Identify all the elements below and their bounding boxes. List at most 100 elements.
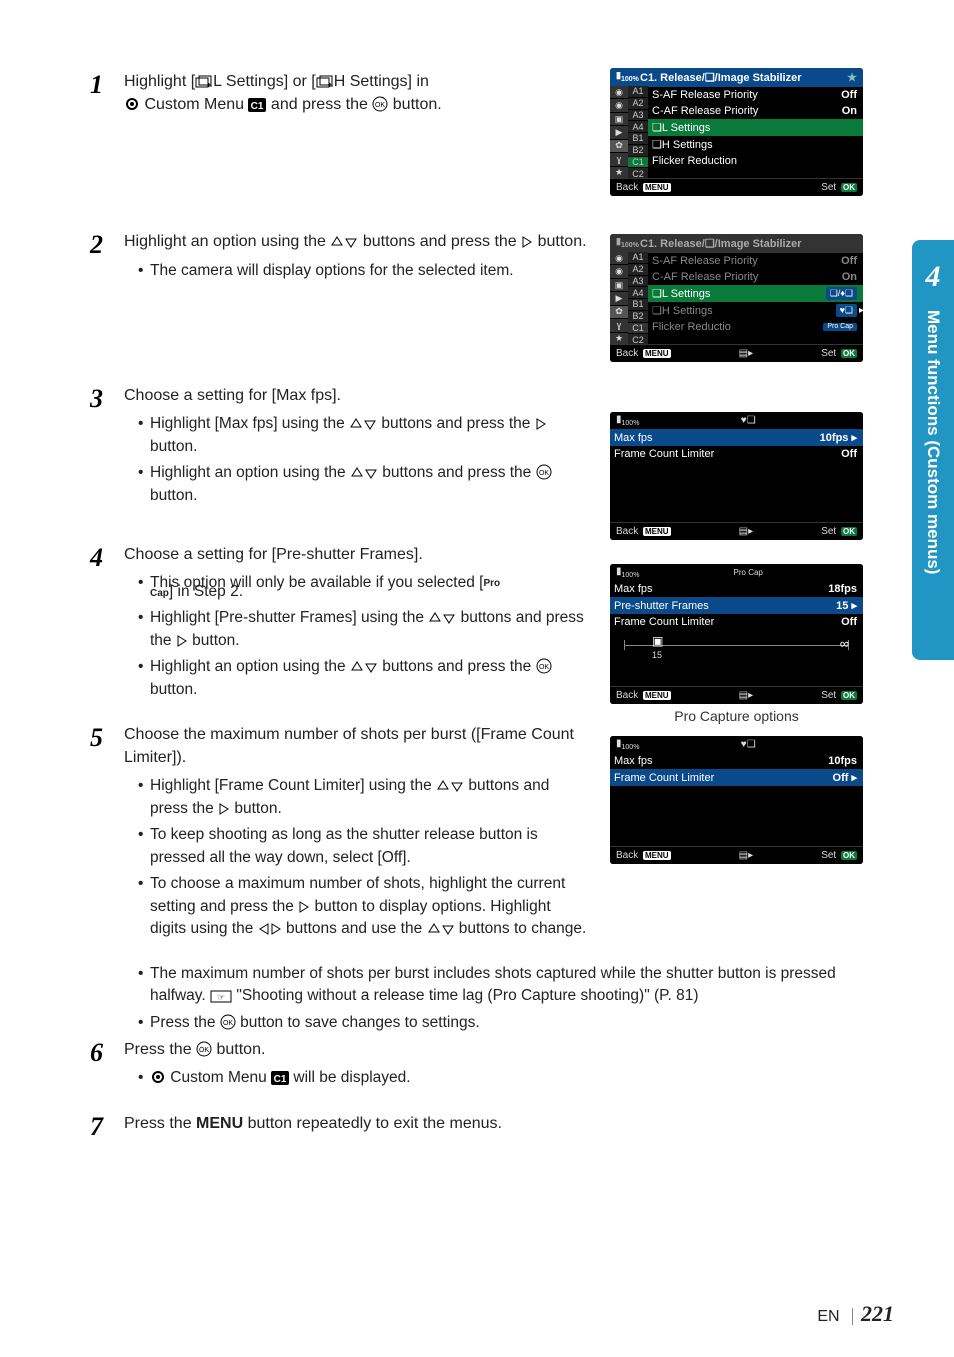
step-number: 1 bbox=[90, 70, 124, 122]
sub-tab: A3 bbox=[628, 276, 648, 288]
menu-row-selected: ❏L Settings bbox=[648, 119, 863, 136]
right-icon bbox=[176, 634, 188, 648]
menu-side-tabs: ◉ ◉ ▣ ▶ ✿ ɣ ★ bbox=[610, 252, 628, 346]
video-tab-icon: ▣ bbox=[610, 279, 628, 292]
step-1-text: Highlight [L Settings] or [H Settings] i… bbox=[124, 70, 590, 116]
menu-header: ▮100% ♥❏ bbox=[610, 412, 863, 429]
step-3-bullet-1: Highlight [Max fps] using the buttons an… bbox=[138, 413, 590, 458]
menu-row: Frame Count LimiterOff bbox=[610, 446, 863, 462]
sub-tab: A4 bbox=[628, 121, 648, 133]
card-icon: ▤▸ bbox=[739, 850, 753, 861]
menu-row: Flicker Reduction bbox=[648, 153, 863, 169]
screenshot-caption: Pro Capture options bbox=[610, 708, 863, 724]
sub-tab: C1 bbox=[628, 323, 648, 335]
gear-tab-icon: ✿ bbox=[610, 140, 628, 153]
step-number: 3 bbox=[90, 384, 124, 511]
menu-row: ❏H Settings bbox=[648, 136, 863, 153]
c1-tab-icon: C1 bbox=[271, 1071, 289, 1085]
svg-text:OK: OK bbox=[223, 1020, 233, 1027]
ok-button-icon: OK bbox=[536, 464, 552, 480]
menu-screenshot-3: ▮100% ♥❏ Max fps10fps ▸ Frame Count Limi… bbox=[610, 412, 863, 540]
step-5: 5 Choose the maximum number of shots per… bbox=[90, 723, 590, 945]
page-number: 221 bbox=[861, 1301, 894, 1326]
mode-icon: Pro Cap bbox=[734, 569, 763, 576]
battery-icon: ▮100% bbox=[616, 738, 639, 751]
sequential-high-icon bbox=[316, 75, 334, 89]
gear-icon bbox=[150, 1069, 166, 1085]
menu-side-tabs: ◉ ◉ ▣ ▶ ✿ ɣ ★ bbox=[610, 86, 628, 180]
step-6: 6 Press the OK button. Custom Menu C1 wi… bbox=[90, 1038, 894, 1094]
menu-screenshot-2: ▮100% C1. Release/❏/Image Stabilizer ◉ ◉… bbox=[610, 234, 863, 362]
slider-value: 15 bbox=[652, 650, 662, 660]
right-icon bbox=[298, 900, 310, 914]
sub-tab: B1 bbox=[628, 133, 648, 145]
sub-tab: A1 bbox=[628, 86, 648, 98]
gear-icon bbox=[124, 96, 140, 112]
step-1: 1 Highlight [L Settings] or [H Settings]… bbox=[90, 70, 590, 122]
setup-tab-icon: ɣ bbox=[610, 153, 628, 166]
sub-tab: A2 bbox=[628, 98, 648, 110]
step-5-bullet-4: The maximum number of shots per burst in… bbox=[138, 963, 894, 1008]
svg-text:C1: C1 bbox=[274, 1074, 287, 1085]
right-icon bbox=[521, 235, 533, 249]
step-4: 4 Choose a setting for [Pre-shutter Fram… bbox=[90, 543, 590, 705]
camera2-tab-icon: ◉ bbox=[610, 99, 628, 112]
step-number: 7 bbox=[90, 1112, 124, 1142]
chapter-tab: 4 Menu functions (Custom menus) bbox=[912, 240, 954, 660]
menu-title: ▮100% C1. Release/❏/Image Stabilizer ★ bbox=[610, 68, 863, 87]
menu-row: Max fps18fps bbox=[610, 581, 863, 597]
step-5-bullet-1: Highlight [Frame Count Limiter] using th… bbox=[138, 775, 590, 820]
sequential-icon: ▣ bbox=[652, 634, 663, 648]
card-icon: ▤▸ bbox=[739, 526, 753, 537]
sequential-low-icon bbox=[195, 75, 213, 89]
menu-row: S-AF Release PriorityOff bbox=[648, 253, 863, 269]
menu-header: ▮100% Pro Cap bbox=[610, 564, 863, 581]
step-4-bullet-3: Highlight an option using the buttons an… bbox=[138, 656, 590, 701]
sub-tab: A1 bbox=[628, 252, 648, 264]
right-icon bbox=[218, 802, 230, 816]
step-7: 7 Press the MENU button repeatedly to ex… bbox=[90, 1112, 894, 1142]
chapter-number: 4 bbox=[926, 260, 941, 294]
right-icon bbox=[535, 417, 547, 431]
step-7-text: Press the MENU button repeatedly to exit… bbox=[124, 1112, 894, 1135]
up-down-icon bbox=[436, 779, 464, 793]
menu-row-selected: Max fps10fps ▸ bbox=[610, 429, 863, 446]
playback-tab-icon: ▶ bbox=[610, 292, 628, 305]
step-5-text: Choose the maximum number of shots per b… bbox=[124, 723, 590, 769]
menu-footer: Back MENU Set OK bbox=[610, 178, 863, 196]
ok-button-icon: OK bbox=[372, 96, 388, 112]
mode-icon: ♥❏ bbox=[741, 415, 756, 426]
c1-tab-icon: C1 bbox=[248, 98, 266, 112]
step-number: 4 bbox=[90, 543, 124, 705]
popup-option: ♥❏▸ bbox=[836, 304, 857, 317]
step-5-bullet-3: To choose a maximum number of shots, hig… bbox=[138, 873, 590, 940]
setup-tab-icon: ɣ bbox=[610, 319, 628, 332]
menu-row: C-AF Release PriorityOn bbox=[648, 103, 863, 119]
menu-row-selected: ❏L Settings❏/♦❏ bbox=[648, 285, 863, 302]
menu-row-selected: Pre-shutter Frames15 ▸ bbox=[610, 597, 863, 614]
card-icon: ▤▸ bbox=[739, 690, 753, 701]
sub-tab: B1 bbox=[628, 299, 648, 311]
step-6-text: Press the OK button. bbox=[124, 1038, 894, 1061]
svg-text:OK: OK bbox=[539, 470, 549, 477]
star-icon: ★ bbox=[847, 71, 857, 84]
video-tab-icon: ▣ bbox=[610, 113, 628, 126]
menu-footer: Back MENU ▤▸ Set OK bbox=[610, 344, 863, 362]
mode-icon: ♥❏ bbox=[741, 739, 756, 750]
camera1-tab-icon: ◉ bbox=[610, 86, 628, 99]
svg-text:C1: C1 bbox=[251, 101, 264, 112]
step-3: 3 Choose a setting for [Max fps]. Highli… bbox=[90, 384, 590, 511]
menu-title: ▮100% C1. Release/❏/Image Stabilizer bbox=[610, 234, 863, 253]
up-down-icon bbox=[428, 611, 456, 625]
menu-screenshot-5: ▮100% ♥❏ Max fps10fps Frame Count Limite… bbox=[610, 736, 863, 864]
menu-footer: Back MENU ▤▸ Set OK bbox=[610, 522, 863, 540]
up-down-icon bbox=[350, 466, 378, 480]
step-5-bullet-2: To keep shooting as long as the shutter … bbox=[138, 824, 590, 869]
menu-screenshot-4: ▮100% Pro Cap Max fps18fps Pre-shutter F… bbox=[610, 564, 863, 704]
ok-button-icon: OK bbox=[536, 658, 552, 674]
menu-screenshot-1: ▮100% C1. Release/❏/Image Stabilizer ★ ◉… bbox=[610, 68, 863, 196]
up-down-icon bbox=[349, 417, 377, 431]
step-2-text: Highlight an option using the buttons an… bbox=[124, 230, 590, 253]
menu-row: Frame Count LimiterOff bbox=[610, 614, 863, 630]
step-6-bullet-1: Custom Menu C1 will be displayed. bbox=[138, 1067, 894, 1089]
